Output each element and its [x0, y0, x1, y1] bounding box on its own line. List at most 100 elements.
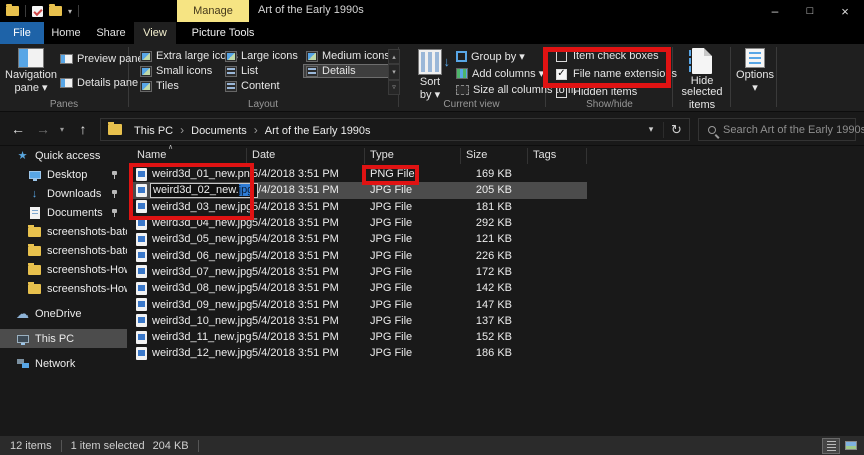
- forward-icon[interactable]: →: [32, 118, 54, 140]
- add-columns-icon: [456, 68, 468, 79]
- recent-locations-icon[interactable]: ▾: [55, 118, 69, 140]
- sidebar-item-screenshots-how-t[interactable]: screenshots-How-t: [0, 279, 127, 298]
- back-icon[interactable]: ←: [6, 118, 30, 140]
- sidebar-item-desktop[interactable]: Desktop: [0, 165, 127, 184]
- layout-option-details[interactable]: Details: [303, 64, 395, 78]
- rename-input[interactable]: weird3d_02_new.jpg: [150, 183, 258, 198]
- table-row[interactable]: weird3d_08_new.jpg5/4/2018 3:51 PMJPG Fi…: [130, 280, 864, 296]
- table-row[interactable]: weird3d_10_new.jpg5/4/2018 3:51 PMJPG Fi…: [130, 313, 864, 329]
- search-icon: [708, 126, 716, 134]
- file-list: Name ∧ Date Type Size Tags weird3d_01_ne…: [130, 146, 864, 436]
- sidebar-item-screenshots-batch1[interactable]: screenshots-batch1: [0, 222, 127, 241]
- desktop-icon: [29, 171, 41, 179]
- minimize-button[interactable]: –: [758, 0, 792, 22]
- gallery-more-icon[interactable]: ▿: [388, 80, 400, 95]
- column-header-name[interactable]: Name: [137, 149, 166, 161]
- column-header-type[interactable]: Type: [370, 149, 394, 161]
- layout-option-list[interactable]: List: [222, 64, 303, 78]
- close-button[interactable]: ×: [828, 0, 862, 22]
- layout-option-medium-icons[interactable]: Medium icons: [303, 49, 395, 63]
- image-file-icon: [136, 314, 147, 327]
- table-row[interactable]: weird3d_12_new.jpg5/4/2018 3:51 PMJPG Fi…: [130, 345, 864, 361]
- layout-group: Extra large iconsSmall iconsTilesLarge i…: [130, 44, 396, 112]
- table-row[interactable]: weird3d_07_new.jpg5/4/2018 3:51 PMJPG Fi…: [130, 264, 864, 280]
- hide-selected-items-button[interactable]: Hide selected items: [682, 48, 722, 111]
- table-row[interactable]: weird3d_04_new.jpg5/4/2018 3:51 PMJPG Fi…: [130, 215, 864, 231]
- file-size: 186 KB: [460, 347, 512, 359]
- sidebar-item-label: Network: [35, 358, 75, 370]
- checkbox-icon: [556, 51, 567, 62]
- column-header-tags[interactable]: Tags: [533, 149, 556, 161]
- sidebar-item-onedrive[interactable]: ☁OneDrive: [0, 304, 127, 323]
- breadcrumb-item[interactable]: Documents: [187, 125, 251, 137]
- options-button[interactable]: Options ▾: [736, 48, 774, 94]
- sidebar-item-quick-access[interactable]: ★Quick access: [0, 146, 127, 165]
- tab-home[interactable]: Home: [44, 22, 88, 44]
- tab-file[interactable]: File: [0, 22, 44, 44]
- checkbox-label: Item check boxes: [573, 50, 659, 62]
- checkbox-item-check-boxes[interactable]: Item check boxes: [556, 50, 659, 62]
- layout-option-label: Details: [322, 65, 356, 77]
- table-row[interactable]: weird3d_03_new.jpg5/4/2018 3:51 PMJPG Fi…: [130, 199, 864, 215]
- file-date: 5/4/2018 3:51 PM: [252, 168, 370, 180]
- qat-new-folder-icon[interactable]: [49, 6, 62, 16]
- group-by-icon: [456, 51, 467, 62]
- address-bar[interactable]: This PC›Documents›Art of the Early 1990s…: [100, 118, 690, 141]
- column-header-size[interactable]: Size: [466, 149, 487, 161]
- size-columns-icon: [456, 85, 469, 95]
- up-icon[interactable]: ↑: [72, 118, 94, 140]
- add-columns-button[interactable]: Add columns ▾: [456, 67, 544, 80]
- sidebar-item-screenshots-how-t[interactable]: screenshots-How-t: [0, 260, 127, 279]
- quick-access-toolbar: ▾: [6, 3, 79, 19]
- column-header-date[interactable]: Date: [252, 149, 275, 161]
- pin-icon: [111, 171, 118, 178]
- gallery-scroll-up-icon[interactable]: ▴: [388, 49, 400, 64]
- address-dropdown-icon[interactable]: ▾: [639, 124, 663, 135]
- table-row[interactable]: weird3d_01_new.png5/4/2018 3:51 PMPNG Fi…: [130, 166, 864, 182]
- layout-option-label: Content: [241, 80, 280, 92]
- table-row[interactable]: weird3d_05_new.jpg5/4/2018 3:51 PMJPG Fi…: [130, 231, 864, 247]
- tab-share[interactable]: Share: [88, 22, 134, 44]
- gallery-scroll-down-icon[interactable]: ▾: [388, 64, 400, 79]
- qat-customize-caret-icon[interactable]: ▾: [68, 7, 72, 16]
- breadcrumb-item[interactable]: Art of the Early 1990s: [261, 125, 375, 137]
- layout-option-content[interactable]: Content: [222, 79, 303, 93]
- sidebar-item-icon-wrap: [16, 359, 29, 368]
- maximize-button[interactable]: □: [793, 0, 827, 22]
- refresh-icon[interactable]: ↻: [663, 122, 689, 138]
- folder-icon: [28, 265, 41, 275]
- downloads-arrow-icon: ↓: [32, 188, 38, 200]
- table-row[interactable]: weird3d_06_new.jpg5/4/2018 3:51 PMJPG Fi…: [130, 247, 864, 263]
- group-by-button[interactable]: Group by ▾: [456, 50, 525, 63]
- table-row[interactable]: weird3d_09_new.jpg5/4/2018 3:51 PMJPG Fi…: [130, 296, 864, 312]
- file-size: 152 KB: [460, 331, 512, 343]
- sidebar-item-this-pc[interactable]: This PC: [0, 329, 127, 348]
- checkbox-hidden-items[interactable]: Hidden items: [556, 86, 637, 98]
- checkbox-file-name-extensions[interactable]: ✓File name extensions: [556, 68, 677, 80]
- qat-folder-icon[interactable]: [6, 6, 19, 16]
- manage-context-tab[interactable]: Manage: [177, 0, 249, 22]
- search-input[interactable]: Search Art of the Early 1990s: [698, 118, 856, 141]
- table-row[interactable]: weird3d_02_new.jpg5/4/2018 3:51 PMJPG Fi…: [130, 182, 587, 198]
- breadcrumb-item[interactable]: This PC: [130, 125, 177, 137]
- thumbnail-view-toggle[interactable]: [842, 438, 860, 454]
- file-name: weird3d_06_new.jpg: [152, 250, 252, 262]
- tab-picture-tools[interactable]: Picture Tools: [178, 22, 268, 44]
- qat-properties-icon[interactable]: [32, 6, 43, 17]
- address-folder-icon: [108, 124, 122, 135]
- details-view-toggle[interactable]: [822, 438, 840, 454]
- layout-option-large-icons[interactable]: Large icons: [222, 49, 303, 63]
- table-row[interactable]: weird3d_11_new.jpg5/4/2018 3:51 PMJPG Fi…: [130, 329, 864, 345]
- sort-by-button[interactable]: Sort by ▾: [410, 49, 450, 101]
- sort-by-icon: [418, 49, 442, 75]
- file-date: 5/4/2018 3:51 PM: [252, 233, 370, 245]
- navigation-pane-button[interactable]: Navigation pane ▾: [8, 48, 54, 94]
- sidebar-item-downloads[interactable]: ↓Downloads: [0, 184, 127, 203]
- sidebar-item-documents[interactable]: Documents: [0, 203, 127, 222]
- details-pane-button[interactable]: Details pane: [60, 77, 138, 89]
- selection-count: 1 item selected: [71, 440, 145, 452]
- tab-view[interactable]: View: [134, 22, 176, 44]
- sidebar-item-network[interactable]: Network: [0, 354, 127, 373]
- sidebar-item-screenshots-batch2[interactable]: screenshots-batch2: [0, 241, 127, 260]
- gallery-scrollbar[interactable]: ▴ ▾ ▿: [388, 49, 400, 95]
